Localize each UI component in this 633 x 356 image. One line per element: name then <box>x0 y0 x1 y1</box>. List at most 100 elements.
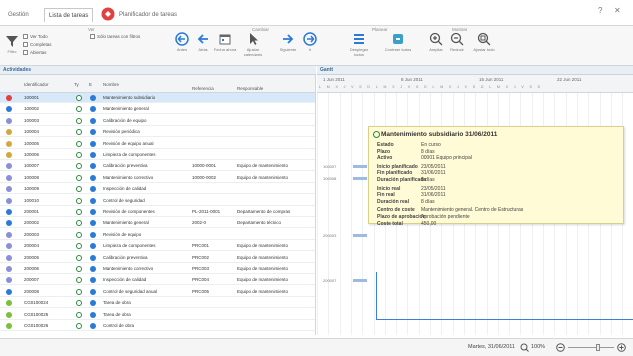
gantt-week-2: 8 Jun 2011 <box>401 77 423 82</box>
check-completas[interactable]: Completas <box>23 42 52 47</box>
fecha-ahora-button[interactable]: Fecha ahora <box>213 32 237 52</box>
circle-arrow-right-icon <box>303 32 317 46</box>
table-row[interactable]: 200006 Mantenimiento correctivo PRC003 Equi… <box>0 264 315 274</box>
zoom-in-status-icon[interactable] <box>617 343 626 352</box>
gantt-bar[interactable] <box>353 165 367 169</box>
table-row[interactable]: 100003 Calibración de equipo <box>0 116 315 126</box>
table-row[interactable]: 100005 Revisión de equipo anual <box>0 139 315 149</box>
cell-id: 100002 <box>24 106 40 112</box>
tooltip-field-key: Plazo de aprobación <box>377 214 426 220</box>
ir-button[interactable]: Ir <box>301 32 319 52</box>
status-circle-icon <box>76 117 82 124</box>
zoom-level[interactable]: 100% <box>531 344 545 350</box>
antes-button[interactable]: Antes <box>172 32 192 52</box>
table-row[interactable]: 100002 Mantenimiento general <box>0 104 315 115</box>
gantt-bar[interactable] <box>353 279 367 283</box>
table-row[interactable]: 200003 Revisión de equipo <box>0 230 315 240</box>
zoom-fit-icon <box>477 32 491 46</box>
cell-ref: PL-2011-0001 <box>192 209 221 214</box>
status-circle-icon <box>76 140 82 147</box>
ajustar-calendario-button[interactable]: Ajustar calendario <box>240 32 266 57</box>
col-referencia[interactable]: Referencia <box>192 86 214 91</box>
tab-gestion[interactable]: Gestión <box>4 8 33 22</box>
state-icon <box>90 266 96 272</box>
ajustar-todo-button[interactable]: Ajustar todo <box>470 32 498 52</box>
gantt-day-line <box>350 93 352 335</box>
col-identificador[interactable]: Identificador <box>24 82 49 87</box>
cell-id: 200003 <box>24 231 40 237</box>
table-row[interactable]: 200004 Limpieza de componentes PRC001 Equip… <box>0 241 315 252</box>
table-row[interactable]: CG0100025 Tarea de obra <box>0 310 315 320</box>
check-ver-todo[interactable]: Ver Todo <box>23 34 48 39</box>
arrow-left-icon <box>197 34 208 44</box>
col-responsable[interactable]: Responsable <box>237 86 263 91</box>
state-icon <box>90 243 96 250</box>
table-row[interactable]: 100009 Inspección de calidad <box>0 184 315 195</box>
table-row[interactable]: CG0100026 Control de obra <box>0 321 315 331</box>
cell-name: Mantenimiento subsidiario <box>103 95 156 100</box>
task-type-icon <box>6 197 12 204</box>
check-abiertas[interactable]: Abiertas <box>23 50 47 55</box>
col-estado[interactable]: E <box>89 82 92 87</box>
siguiente-button[interactable]: Siguiente <box>276 32 300 52</box>
tab-lista-tareas[interactable]: Lista de tareas <box>44 8 94 22</box>
tooltip-field-value: 8 días <box>421 198 435 205</box>
check-solo-filtros[interactable]: Sólo tareas con filtros <box>90 34 140 39</box>
col-ty[interactable]: Ty <box>74 82 79 87</box>
table-row[interactable]: CG0100024 Tarea de obra <box>0 298 315 309</box>
table-row[interactable]: 200007 Inspección de calidad PRC004 Equipo … <box>0 275 315 286</box>
reducir-button[interactable]: Reducir <box>447 32 467 52</box>
help-icon[interactable]: ? <box>598 6 602 15</box>
table-row[interactable]: 100008 Mantenimiento correctivo 10000-0002… <box>0 173 315 183</box>
state-icon <box>90 129 96 136</box>
tooltip-field-value: 23/05/2011 <box>421 185 446 192</box>
cell-resp: Equipo de mantenimiento <box>237 288 289 294</box>
state-icon <box>90 231 96 238</box>
table-row[interactable]: 100004 Revisión periódica <box>0 127 315 138</box>
col-nombre[interactable]: Nombre <box>103 82 119 87</box>
atras-button[interactable]: Atrás <box>193 32 213 52</box>
cell-id: 200001 <box>24 209 40 214</box>
zoom-slider-track[interactable] <box>568 347 614 348</box>
task-type-icon <box>6 300 12 307</box>
desplegar-button[interactable]: Desplegar todos <box>346 32 372 57</box>
gantt-bar[interactable] <box>353 176 367 180</box>
task-type-icon <box>6 186 12 193</box>
status-circle-icon <box>76 323 82 329</box>
atras-label: Atrás <box>198 47 208 52</box>
ajustar-calendario-label: Ajustar calendario <box>243 47 263 57</box>
zoom-slider-handle[interactable] <box>596 344 600 351</box>
grid-header: Identificador Ty E Nombre Referencia Res… <box>0 75 315 93</box>
table-row[interactable]: 200005 Calibración preventiva PRC002 Equipo… <box>0 253 315 263</box>
tab-planificador[interactable]: Planificador de tareas <box>115 8 181 22</box>
task-type-icon <box>6 311 12 318</box>
table-row[interactable]: 200008 Control de seguridad anual PRC005 Eq… <box>0 287 315 297</box>
cell-id: 200005 <box>24 254 40 260</box>
state-icon <box>90 209 96 215</box>
contraer-button[interactable]: Contraer todos <box>384 32 412 52</box>
gantt-bar[interactable] <box>353 233 367 237</box>
table-row[interactable]: 200002 Mantenimiento general 2002-0 Departa… <box>0 218 315 229</box>
siguiente-label: Siguiente <box>279 47 297 52</box>
state-icon <box>90 186 96 193</box>
table-row[interactable]: 100010 Control de seguridad <box>0 196 315 206</box>
tooltip-field-key: Fin real <box>377 192 395 199</box>
close-icon[interactable]: ✕ <box>614 6 621 15</box>
table-row[interactable]: 100007 Calibración preventiva 10000-0001 Eq… <box>0 161 315 172</box>
table-row[interactable]: 100006 Limpieza de componentes <box>0 150 315 160</box>
cell-resp: Equipo de mantenimiento <box>237 254 289 260</box>
status-circle-icon <box>76 254 82 261</box>
filter-button[interactable]: Filtro <box>3 34 21 54</box>
ampliar-button[interactable]: Ampliar <box>426 32 446 52</box>
status-circle-icon <box>76 152 82 158</box>
tooltip-field-key: Plazo <box>377 148 391 155</box>
cell-name: Control de seguridad anual <box>103 288 158 294</box>
task-type-icon <box>6 209 12 215</box>
status-circle-icon <box>76 311 82 318</box>
table-row[interactable]: 100001 Mantenimiento subsidiario <box>0 93 315 103</box>
tooltip-field-value: 31/06/2011 <box>421 170 446 177</box>
zoom-out-status-icon[interactable] <box>556 343 565 352</box>
status-circle-icon <box>76 163 82 170</box>
table-row[interactable]: 200001 Revisión de componentes PL-2011-000… <box>0 207 315 217</box>
state-icon <box>90 277 96 284</box>
